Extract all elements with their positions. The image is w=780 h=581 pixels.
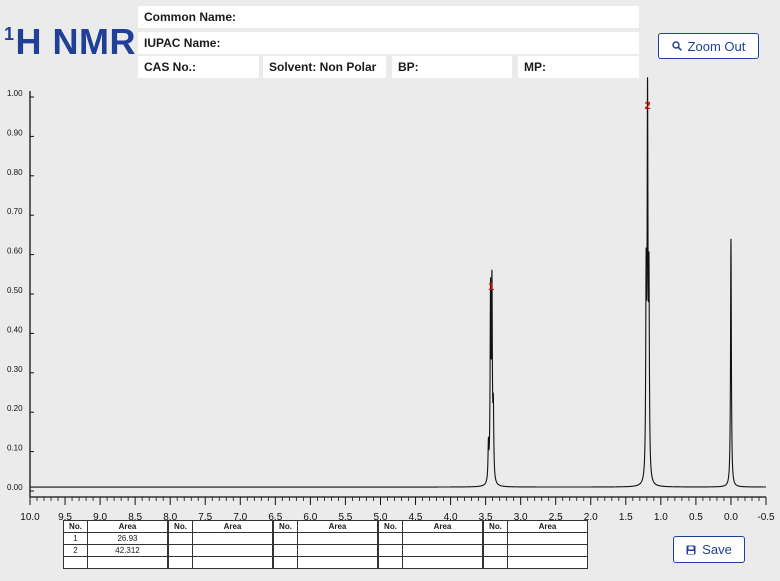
save-label: Save: [702, 542, 732, 557]
table-cell-area: [402, 556, 483, 569]
table-header-no: No.: [273, 520, 298, 533]
save-button[interactable]: Save: [673, 536, 745, 563]
x-ticks: 10.0 9.5 9.0 8.5 8.0 7.5 7.0 6.5 6.0 5.5 5.0 4.5 4.0…: [20, 497, 775, 520]
peak-table-4: No. Area: [378, 520, 483, 569]
table-cell-no: [168, 532, 193, 545]
peak-labels: 12: [488, 100, 650, 293]
table-cell-area: [507, 556, 588, 569]
table-cell-no: [273, 544, 298, 557]
table-header-no: No.: [483, 520, 508, 533]
y-tick-label: 0.40: [7, 325, 23, 334]
nmr-spectrum-chart[interactable]: 0.00 0.10 0.20 0.30 0.40 0.50 0.60 0.70 0.80 0.90…: [0, 0, 780, 520]
y-tick-label: 0.20: [7, 404, 23, 413]
table-cell-area: [87, 556, 168, 569]
x-tick-label: 10.0: [20, 512, 40, 520]
peak-label: 1: [488, 281, 494, 293]
x-tick-label: 3.5: [479, 512, 493, 520]
table-cell-area: [507, 532, 588, 545]
x-tick-label: 4.5: [409, 512, 423, 520]
table-cell-no: [63, 556, 88, 569]
table-cell-area: [507, 544, 588, 557]
x-tick-label: 9.0: [93, 512, 107, 520]
y-tick-label: 1.00: [7, 89, 23, 98]
x-tick-label: 5.0: [374, 512, 388, 520]
table-cell-area: [297, 556, 378, 569]
y-tick-label: 0.90: [7, 128, 23, 137]
x-tick-label: 0.0: [724, 512, 738, 520]
table-cell-area: [402, 544, 483, 557]
x-tick-label: 7.5: [198, 512, 212, 520]
table-header-area: Area: [297, 520, 378, 533]
y-tick-label: 0.60: [7, 247, 23, 256]
y-tick-label: 0.30: [7, 365, 23, 374]
y-tick-label: 0.10: [7, 444, 23, 453]
table-cell-no: [483, 544, 508, 557]
table-cell-no: [378, 556, 403, 569]
table-header-area: Area: [402, 520, 483, 533]
table-header-area: Area: [192, 520, 273, 533]
table-cell-no: [273, 556, 298, 569]
y-tick-label: 0.00: [7, 483, 23, 492]
peak-label: 2: [644, 100, 650, 112]
x-tick-label: 6.0: [303, 512, 317, 520]
table-cell-area: [192, 544, 273, 557]
table-cell-area: [402, 532, 483, 545]
x-tick-label: 6.5: [268, 512, 282, 520]
table-header-no: No.: [378, 520, 403, 533]
table-header-no: No.: [168, 520, 193, 533]
x-tick-label: 0.5: [689, 512, 703, 520]
save-icon: [686, 545, 696, 554]
x-tick-label: 2.5: [549, 512, 563, 520]
table-cell-area: [192, 556, 273, 569]
table-cell-no: [483, 556, 508, 569]
table-cell-area: [297, 544, 378, 557]
table-cell-area: [192, 532, 273, 545]
x-tick-label: 8.5: [128, 512, 142, 520]
table-header-area: Area: [507, 520, 588, 533]
x-tick-label: 8.0: [163, 512, 177, 520]
x-tick-label: 7.0: [233, 512, 247, 520]
peak-table-5: No. Area: [483, 520, 588, 569]
x-tick-label: -0.5: [757, 512, 775, 520]
table-cell-area: 26.93: [87, 532, 168, 545]
table-cell-no: [168, 544, 193, 557]
x-tick-label: 9.5: [58, 512, 72, 520]
table-cell-no: [378, 544, 403, 557]
table-cell-no: 1: [63, 532, 88, 545]
y-tick-label: 0.80: [7, 168, 23, 177]
y-tick-label: 0.70: [7, 207, 23, 216]
x-tick-label: 3.0: [514, 512, 528, 520]
table-cell-no: [483, 532, 508, 545]
y-tick-label: 0.50: [7, 286, 23, 295]
table-cell-area: [297, 532, 378, 545]
x-tick-label: 2.0: [584, 512, 598, 520]
x-tick-label: 4.0: [444, 512, 458, 520]
x-tick-label: 1.0: [654, 512, 668, 520]
table-cell-no: [168, 556, 193, 569]
peak-table-1: No. Area 1 26.93 2 42.312: [63, 520, 168, 569]
spectrum-line: [30, 77, 766, 488]
table-cell-no: 2: [63, 544, 88, 557]
peak-table-3: No. Area: [273, 520, 378, 569]
table-cell-no: [378, 532, 403, 545]
table-cell-area: 42.312: [87, 544, 168, 557]
table-cell-no: [273, 532, 298, 545]
table-header-no: No.: [63, 520, 88, 533]
x-tick-label: 5.5: [338, 512, 352, 520]
peak-table-2: No. Area: [168, 520, 273, 569]
table-header-area: Area: [87, 520, 168, 533]
x-tick-label: 1.5: [619, 512, 633, 520]
